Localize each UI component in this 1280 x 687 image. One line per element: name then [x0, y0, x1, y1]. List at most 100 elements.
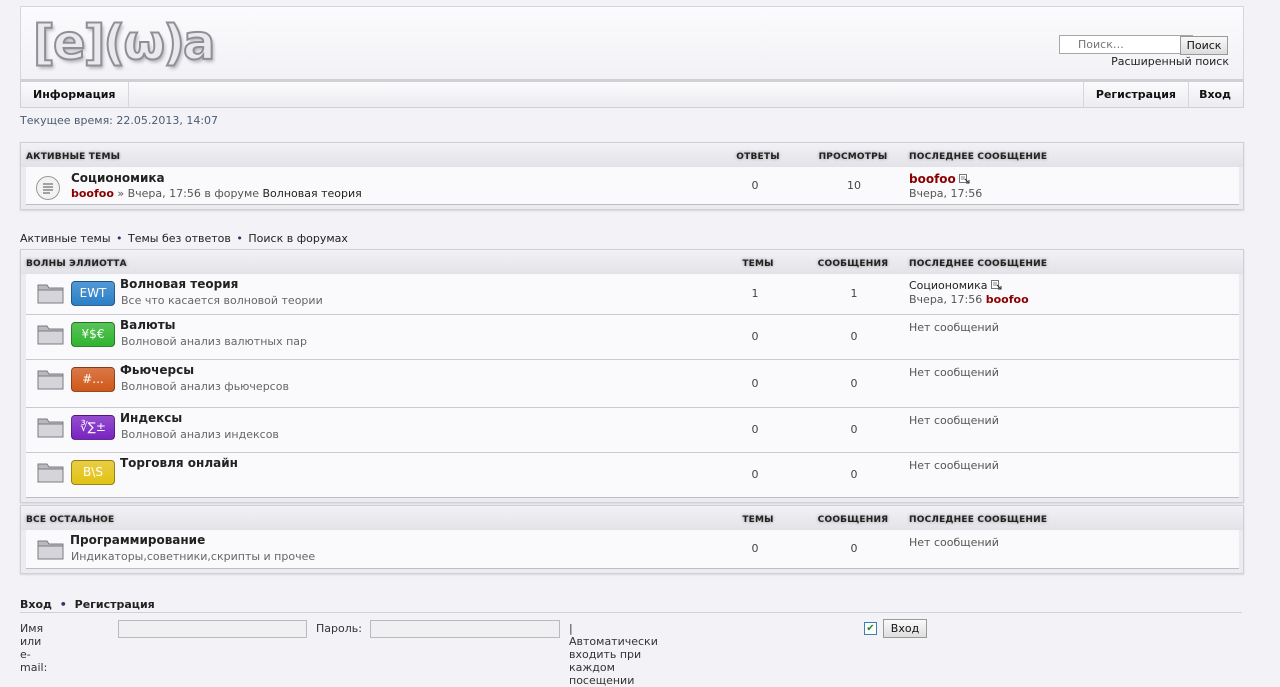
forum-posts-count: 0 [850, 542, 858, 555]
forum-row: ¥$€ Валюты Волновой анализ валютных пар 0 0 Н… [26, 315, 1239, 360]
forum-topics-count: 1 [751, 287, 759, 300]
login-submit-button[interactable]: Вход [883, 619, 927, 638]
login-heading-link[interactable]: Вход [20, 598, 52, 611]
active-topics-panel: Активные темы Ответы Просмотры Последнее… [20, 142, 1244, 210]
autologin-checkbox[interactable]: ✔ [864, 622, 877, 635]
last-post-column-header: Последнее сообщение [909, 259, 1048, 269]
forum-topics-count: 0 [751, 423, 759, 436]
view-latest-post-icon[interactable] [959, 173, 970, 184]
topics-column-header: Темы [742, 515, 774, 525]
register-heading-link[interactable]: Регистрация [75, 598, 155, 611]
login-section-header: Вход • Регистрация [20, 598, 1242, 613]
username-input[interactable] [118, 620, 307, 638]
topics-column-header: Темы [742, 259, 774, 269]
password-label: Пароль: [316, 622, 362, 635]
last-post-author-link[interactable]: boofoo [986, 293, 1029, 306]
last-post-column-header: Последнее сообщение [909, 152, 1048, 162]
forum-last-post: Социономика Вчера, 17:56 boofoo [909, 279, 1029, 306]
last-topic-link[interactable]: Социономика [909, 279, 988, 292]
forum-title-link[interactable]: Волновая теория [120, 277, 238, 291]
forum-folder-icon [37, 418, 64, 438]
navbar: Информация Регистрация Вход [20, 81, 1244, 108]
topic-row: Социономика boofoo » Вчера, 17:56 в фору… [26, 167, 1239, 204]
forum-row: ∛∑± Индексы Волновой анализ индексов 0 0 Нет … [26, 408, 1239, 453]
forum-topics-count: 0 [751, 468, 759, 481]
last-post-time: Вчера, 17:56 [909, 293, 983, 306]
last-post-author-link[interactable]: boofoo [909, 172, 956, 186]
topic-title-link[interactable]: Социономика [71, 171, 165, 185]
forum-row: Программирование Индикаторы,советники,скр… [26, 530, 1239, 568]
forum-title-link[interactable]: Торговля онлайн [120, 456, 238, 470]
topic-meta: boofoo » Вчера, 17:56 в форуме Волновая … [71, 187, 362, 200]
topic-forum-link[interactable]: Волновая теория [263, 187, 362, 200]
forum-description: Волновой анализ фьючерсов [121, 380, 289, 393]
site-logo[interactable]: [e](ω)a [32, 14, 216, 72]
active-topics-header: Активные темы Ответы Просмотры Последнее… [21, 143, 1243, 167]
topic-views: 10 [847, 179, 861, 192]
password-input[interactable] [370, 620, 560, 638]
view-latest-post-icon[interactable] [991, 279, 1002, 290]
forum-badge-icon: ∛∑± [71, 415, 115, 440]
forum-title-link[interactable]: Фьючерсы [120, 363, 194, 377]
other-category: Все остальное Темы Сообщения Последнее с… [20, 505, 1244, 574]
forum-posts-count: 0 [850, 423, 858, 436]
forum-last-post: Нет сообщений [909, 536, 999, 549]
unanswered-topics-link[interactable]: Темы без ответов [128, 232, 231, 245]
forum-description: Индикаторы,советники,скрипты и прочее [71, 550, 316, 563]
forum-title-link[interactable]: Индексы [120, 411, 182, 425]
search-input[interactable] [1059, 35, 1193, 54]
forum-badge-icon: ¥$€ [71, 322, 115, 347]
topic-replies: 0 [751, 179, 759, 192]
login-heading-separator: • [59, 598, 67, 611]
forum-topics-count: 0 [751, 542, 759, 555]
forum-description: Волновой анализ индексов [121, 428, 279, 441]
posts-column-header: Сообщения [817, 259, 889, 269]
category-header: Все остальное Темы Сообщения Последнее с… [21, 506, 1243, 530]
elliott-waves-category: Волны Эллиотта Темы Сообщения Последнее … [20, 249, 1244, 503]
forum-posts-count: 1 [850, 287, 858, 300]
forum-posts-count: 0 [850, 468, 858, 481]
site-header: [e](ω)a Поиск Расширенный поиск [20, 6, 1244, 82]
forum-posts-count: 0 [850, 377, 858, 390]
forum-folder-icon [37, 284, 64, 304]
forum-last-post: Нет сообщений [909, 459, 999, 472]
window-scrollbar[interactable] [1263, 0, 1280, 663]
forum-posts-count: 0 [850, 330, 858, 343]
nav-info-link[interactable]: Информация [21, 82, 129, 107]
forum-search-link[interactable]: Поиск в форумах [248, 232, 348, 245]
forum-folder-icon [37, 540, 64, 560]
forum-last-post: Нет сообщений [909, 366, 999, 379]
quick-links-separator: • [116, 232, 123, 245]
forum-title-link[interactable]: Программирование [70, 533, 205, 547]
last-post-time: Вчера, 17:56 [909, 187, 983, 200]
forum-last-post: Нет сообщений [909, 414, 999, 427]
forum-folder-icon [37, 325, 64, 345]
replies-column-header: Ответы [736, 152, 780, 162]
username-label: Имя или e-mail: [20, 622, 48, 674]
search-button[interactable]: Поиск [1180, 36, 1228, 55]
nav-login-link[interactable]: Вход [1187, 82, 1243, 107]
forum-row: EWT Волновая теория Все что касается волно… [26, 274, 1239, 315]
quick-links: Активные темы • Темы без ответов • Поиск… [20, 232, 348, 245]
forum-row: #... Фьючерсы Волновой анализ фьючерсов 0 0 Н… [26, 360, 1239, 408]
forum-topics-count: 0 [751, 330, 759, 343]
forum-folder-icon [37, 463, 64, 483]
forum-row: B\S Торговля онлайн 0 0 Нет сообщений [26, 453, 1239, 497]
views-column-header: Просмотры [818, 152, 888, 162]
topic-read-icon [36, 176, 60, 200]
forum-folder-icon [37, 370, 64, 390]
forum-last-post: Нет сообщений [909, 321, 999, 334]
advanced-search-link[interactable]: Расширенный поиск [1111, 55, 1229, 68]
topic-author-link[interactable]: boofoo [71, 187, 114, 200]
last-post-column-header: Последнее сообщение [909, 515, 1048, 525]
category-heading[interactable]: Все остальное [26, 515, 114, 525]
autologin-label: | Автоматически входить при каждом посещ… [569, 622, 658, 687]
active-topics-link[interactable]: Активные темы [20, 232, 111, 245]
forum-badge-icon: EWT [71, 281, 115, 306]
category-heading[interactable]: Волны Эллиотта [26, 259, 127, 269]
nav-register-link[interactable]: Регистрация [1082, 82, 1189, 107]
current-time: Текущее время: 22.05.2013, 14:07 [20, 114, 219, 127]
forum-title-link[interactable]: Валюты [120, 318, 176, 332]
forum-description: Все что касается волновой теории [121, 294, 323, 307]
forum-badge-icon: B\S [71, 460, 115, 485]
